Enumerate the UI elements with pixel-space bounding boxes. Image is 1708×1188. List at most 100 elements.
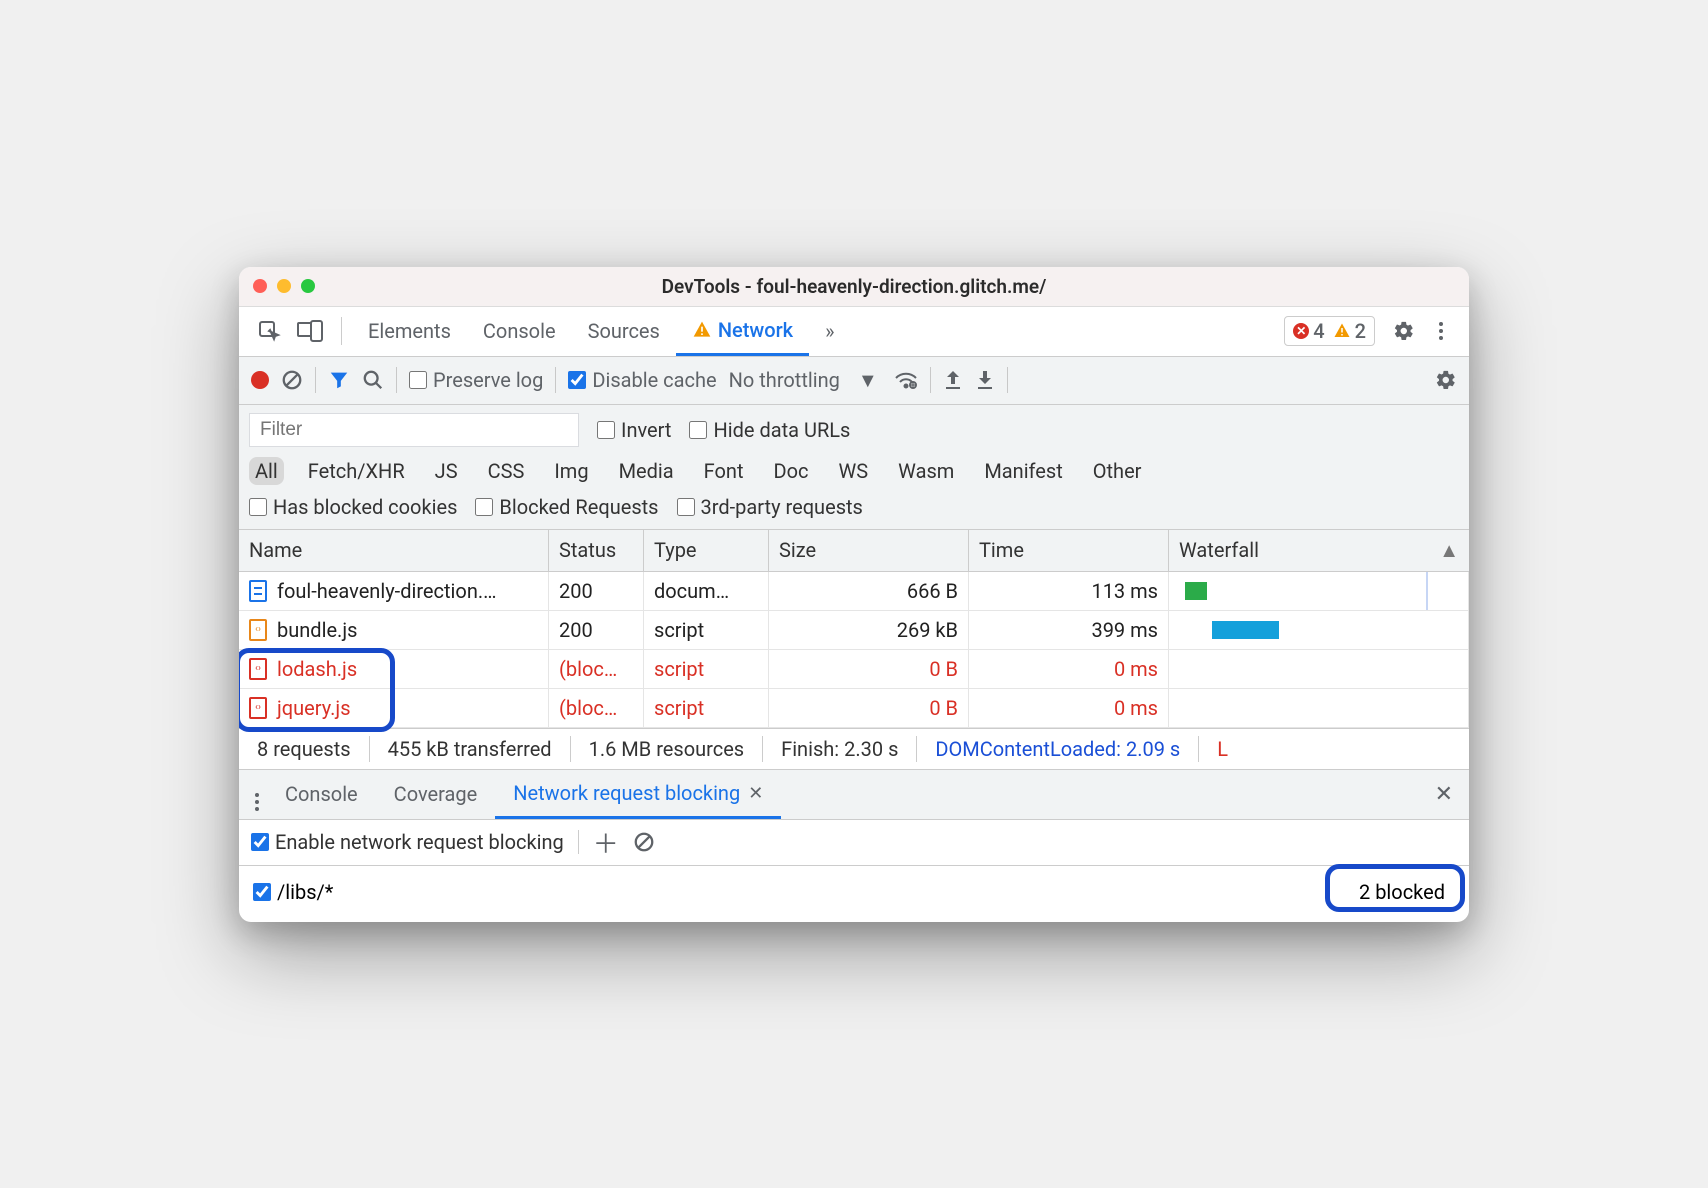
preserve-log-checkbox[interactable]: Preserve log [409,368,543,392]
network-conditions-icon[interactable] [894,370,918,390]
type-doc[interactable]: Doc [768,457,815,485]
warning-count: 2 [1333,319,1366,343]
tab-elements[interactable]: Elements [352,307,467,356]
summary-dcl: DOMContentLoaded: 2.09 s [917,736,1199,762]
summary-finish: Finish: 2.30 s [763,736,917,762]
col-name[interactable]: Name [239,530,549,572]
cell-waterfall [1169,572,1469,611]
inspect-element-icon[interactable] [249,313,289,349]
type-fetch[interactable]: Fetch/XHR [302,457,411,485]
type-ws[interactable]: WS [833,457,875,485]
invert-checkbox[interactable]: Invert [597,418,671,442]
type-wasm[interactable]: Wasm [892,457,960,485]
throttling-select[interactable]: No throttling ▼ [729,368,882,393]
cell-status: 200 [549,572,644,611]
table-row[interactable]: foul-heavenly-direction.… 200 docum… 666… [239,572,1469,611]
enable-blocking-checkbox[interactable]: Enable network request blocking [251,830,564,854]
warning-icon [692,320,712,340]
type-all[interactable]: All [249,457,284,485]
download-har-icon[interactable] [975,369,995,391]
warning-icon [1333,322,1351,340]
close-drawer-icon[interactable]: ✕ [1427,782,1461,807]
table-row[interactable]: ‹› lodash.js (bloc… script 0 B 0 ms [239,650,1469,689]
cell-name: ‹› jquery.js [239,689,549,728]
file-name: bundle.js [277,618,357,642]
blocked-count: 2 blocked [1349,876,1455,908]
devtools-window: DevTools - foul-heavenly-direction.glitc… [239,267,1469,922]
type-js[interactable]: JS [429,457,464,485]
cell-size: 0 B [769,689,969,728]
file-icon: ‹› [249,697,267,719]
cell-name: ‹› bundle.js [239,611,549,650]
summary-bar: 8 requests 455 kB transferred 1.6 MB res… [239,728,1469,770]
cell-time: 113 ms [969,572,1169,611]
type-img[interactable]: Img [548,457,594,485]
cell-waterfall [1169,650,1469,689]
cell-type: script [644,611,769,650]
filter-input[interactable] [249,413,579,447]
cell-time: 0 ms [969,689,1169,728]
record-button[interactable] [251,371,269,389]
remove-all-patterns-icon[interactable] [633,831,655,853]
settings-icon[interactable] [1385,314,1423,348]
titlebar: DevTools - foul-heavenly-direction.glitc… [239,267,1469,307]
cell-waterfall [1169,689,1469,728]
tab-divider [341,317,342,345]
cell-type: script [644,650,769,689]
search-icon[interactable] [362,369,384,391]
file-name: lodash.js [277,657,357,681]
drawer-tab-console[interactable]: Console [267,770,376,819]
type-media[interactable]: Media [613,457,680,485]
tab-console[interactable]: Console [467,307,572,356]
table-row[interactable]: ‹› bundle.js 200 script 269 kB 399 ms [239,611,1469,650]
device-toolbar-icon[interactable] [289,314,331,348]
upload-har-icon[interactable] [943,369,963,391]
third-party-checkbox[interactable]: 3rd-party requests [677,495,863,519]
drawer-tab-coverage[interactable]: Coverage [376,770,496,819]
clear-button[interactable] [281,369,303,391]
network-toolbar: Preserve log Disable cache No throttling… [239,357,1469,405]
type-manifest[interactable]: Manifest [978,457,1068,485]
close-tab-icon[interactable]: ✕ [748,783,763,804]
col-size[interactable]: Size [769,530,969,572]
cell-time: 0 ms [969,650,1169,689]
chevron-down-icon: ▼ [858,368,878,393]
type-other[interactable]: Other [1087,457,1148,485]
col-type[interactable]: Type [644,530,769,572]
tabs-overflow[interactable]: » [809,307,850,356]
cell-waterfall [1169,611,1469,650]
filter-toggle-icon[interactable] [328,369,350,391]
tab-network[interactable]: Network [676,307,809,356]
cell-name: foul-heavenly-direction.… [239,572,549,611]
drawer-menu-icon[interactable] [247,778,267,811]
drawer-tab-blocking[interactable]: Network request blocking ✕ [495,770,781,819]
file-icon: ‹› [249,658,267,680]
cell-time: 399 ms [969,611,1169,650]
file-icon: ‹› [249,619,267,641]
summary-requests: 8 requests [239,736,370,762]
window-title: DevTools - foul-heavenly-direction.glitc… [239,275,1469,298]
type-css[interactable]: CSS [482,457,531,485]
pattern-checkbox[interactable]: /libs/* [253,880,333,904]
more-menu-icon[interactable] [1423,316,1459,346]
col-time[interactable]: Time [969,530,1169,572]
pattern-text: /libs/* [277,880,333,904]
hide-data-urls-checkbox[interactable]: Hide data URLs [689,418,850,442]
network-settings-icon[interactable] [1435,369,1457,391]
tab-sources[interactable]: Sources [572,307,676,356]
issue-counts[interactable]: ✕ 4 2 [1284,316,1375,346]
filter-bar: Invert Hide data URLs All Fetch/XHR JS C… [239,405,1469,530]
blocked-requests-checkbox[interactable]: Blocked Requests [475,495,658,519]
disable-cache-checkbox[interactable]: Disable cache [568,368,716,392]
cell-size: 0 B [769,650,969,689]
type-font[interactable]: Font [698,457,750,485]
cell-status: 200 [549,611,644,650]
has-blocked-cookies-checkbox[interactable]: Has blocked cookies [249,495,457,519]
col-waterfall[interactable]: Waterfall ▲ [1169,530,1469,572]
table-row[interactable]: ‹› jquery.js (bloc… script 0 B 0 ms [239,689,1469,728]
blocking-pattern-row[interactable]: /libs/* 2 blocked [239,866,1469,922]
cell-size: 269 kB [769,611,969,650]
blocking-toolbar: Enable network request blocking ＋ [239,820,1469,866]
add-pattern-icon[interactable]: ＋ [593,824,619,861]
col-status[interactable]: Status [549,530,644,572]
